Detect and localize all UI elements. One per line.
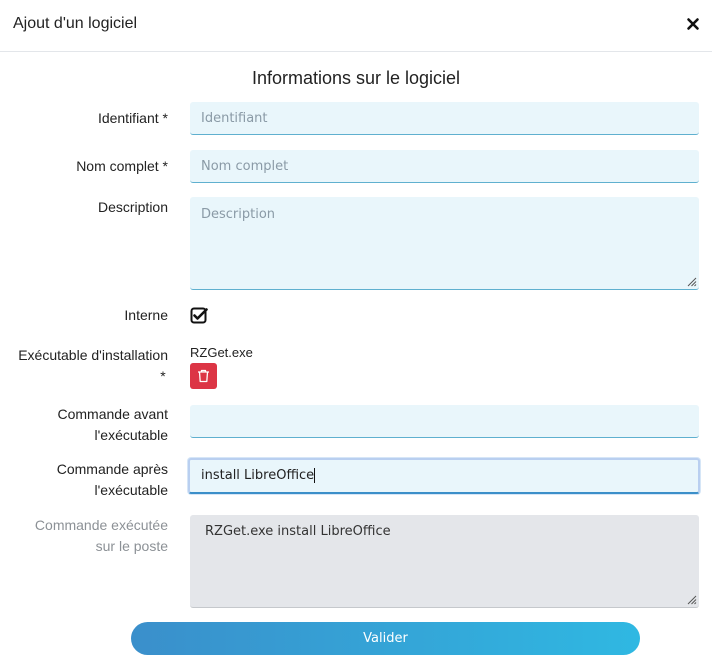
commande-executee-label: Commande exécutée sur le poste xyxy=(35,515,168,557)
nom-complet-label: Nom complet * xyxy=(76,158,168,174)
text-cursor xyxy=(314,468,316,483)
resize-handle-icon[interactable] xyxy=(685,593,697,605)
commande-avant-label-line2: l'exécutable xyxy=(94,427,169,443)
modal-title: Ajout d'un logiciel xyxy=(13,15,138,32)
executable-label: Exécutable d'installation * xyxy=(18,345,168,387)
commande-apres-input[interactable]: install LibreOffice xyxy=(188,458,700,494)
commande-apres-label: Commande après l'exécutable xyxy=(57,459,168,501)
description-placeholder: Description xyxy=(201,207,276,222)
resize-handle-icon[interactable] xyxy=(685,275,697,287)
modal-header: Ajout d'un logiciel xyxy=(0,0,712,52)
interne-checkbox[interactable] xyxy=(190,307,208,325)
section-title: Informations sur le logiciel xyxy=(0,68,712,89)
identifiant-input[interactable]: Identifiant xyxy=(190,102,699,135)
commande-executee-textarea: RZGet.exe install LibreOffice xyxy=(190,515,699,608)
nom-complet-placeholder: Nom complet xyxy=(201,159,289,174)
commande-avant-input[interactable] xyxy=(190,405,699,438)
description-textarea[interactable]: Description xyxy=(190,197,699,290)
checkbox-checked-icon xyxy=(190,307,208,324)
executable-label-line1: Exécutable d'installation xyxy=(18,347,168,363)
close-icon[interactable] xyxy=(686,17,700,31)
commande-avant-label: Commande avant l'exécutable xyxy=(57,404,168,446)
commande-executee-label-line1: Commande exécutée xyxy=(34,517,168,533)
commande-avant-label-line1: Commande avant xyxy=(57,406,168,422)
description-label: Description xyxy=(97,199,168,215)
identifiant-label: Identifiant * xyxy=(97,110,168,126)
commande-apres-label-line1: Commande après xyxy=(56,461,168,477)
executable-file-name: RZGet.exe xyxy=(190,345,253,360)
trash-icon xyxy=(198,369,209,383)
executable-label-required: * xyxy=(160,368,166,384)
identifiant-placeholder: Identifiant xyxy=(201,111,268,126)
commande-executee-label-line2: sur le poste xyxy=(95,538,168,554)
interne-label: Interne xyxy=(124,307,168,323)
submit-button[interactable]: Valider xyxy=(131,622,640,655)
commande-apres-label-line2: l'exécutable xyxy=(94,482,169,498)
nom-complet-input[interactable]: Nom complet xyxy=(190,150,699,183)
commande-apres-value: install LibreOffice xyxy=(201,468,315,483)
section-title-text: Informations sur le logiciel xyxy=(251,68,461,88)
delete-file-button[interactable] xyxy=(190,363,217,389)
commande-executee-value: RZGet.exe install LibreOffice xyxy=(205,524,391,539)
